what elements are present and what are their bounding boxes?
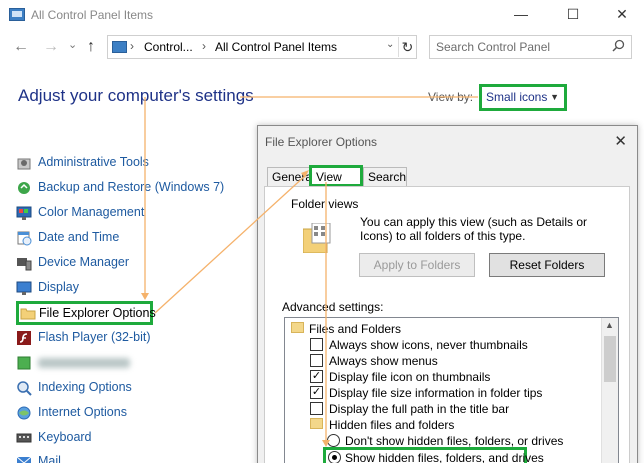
radio-button-selected[interactable] — [328, 451, 341, 463]
reset-folders-button[interactable]: Reset Folders — [489, 253, 605, 277]
scroll-thumb[interactable] — [604, 336, 616, 382]
cp-item-file-explorer-options[interactable]: File Explorer Options — [16, 301, 156, 325]
flash-icon — [17, 331, 31, 345]
internet-icon — [17, 406, 31, 420]
folder-views-description: You can apply this view (such as Details… — [360, 215, 588, 243]
scroll-up-icon[interactable]: ▲ — [605, 320, 614, 330]
cp-item-label: Flash Player (32-bit) — [38, 330, 151, 344]
display-icon — [16, 281, 32, 295]
control-panel-icon — [9, 8, 25, 21]
advanced-settings-label: Advanced settings: — [282, 300, 384, 314]
cp-item-label: Display — [38, 280, 79, 294]
folder-icon — [20, 308, 36, 320]
window-title: All Control Panel Items — [31, 8, 154, 22]
cp-item-label: Date and Time — [38, 230, 120, 244]
minimize-button[interactable]: — — [506, 4, 536, 24]
cp-item-label: Keyboard — [38, 430, 92, 444]
search-box[interactable] — [429, 35, 632, 59]
folder-icon — [291, 322, 304, 333]
back-button[interactable]: ← — [13, 39, 29, 55]
advanced-settings-tree[interactable]: Files and Folders Always show icons, nev… — [284, 317, 619, 463]
view-by-value: Small icons — [486, 90, 548, 104]
device-manager-icon — [17, 258, 32, 271]
search-icon[interactable] — [612, 39, 625, 55]
cp-item-label: Mail — [38, 454, 61, 463]
search-input[interactable] — [436, 39, 606, 55]
option-show-hidden[interactable]: Show hidden files, folders, and drives — [323, 447, 544, 463]
blurred-item-icon — [17, 356, 31, 370]
keyboard-icon — [16, 433, 32, 443]
up-button[interactable]: ↑ — [87, 39, 95, 55]
date-time-icon — [17, 231, 32, 246]
breadcrumb-separator-icon: › — [130, 39, 134, 53]
color-management-icon — [16, 206, 32, 220]
cp-item-label: Internet Options — [38, 405, 127, 419]
cp-item-label: File Explorer Options — [39, 306, 156, 320]
folder-views-icon — [303, 223, 331, 253]
dropdown-arrow-icon: ▼ — [550, 92, 559, 102]
checkbox[interactable] — [310, 402, 323, 415]
close-button[interactable]: ✕ — [607, 4, 637, 24]
cp-item-label: Indexing Options — [38, 380, 132, 394]
address-dropdown-icon[interactable]: ⌄ — [386, 39, 394, 50]
tab-general[interactable]: General — [267, 167, 315, 187]
apply-to-folders-button[interactable]: Apply to Folders — [359, 253, 475, 277]
dialog-title: File Explorer Options — [265, 135, 378, 149]
checkbox-checked[interactable]: ✓ — [310, 370, 323, 383]
window-titlebar: All Control Panel Items — ☐ ✕ — [0, 0, 644, 30]
cp-item-label: Backup and Restore (Windows 7) — [38, 180, 225, 194]
breadcrumb-all-items[interactable]: All Control Panel Items — [215, 40, 337, 54]
annotation-arrowhead — [141, 293, 149, 300]
folder-icon — [310, 418, 323, 429]
file-explorer-options-dialog: File Explorer Options ✕ General View Sea… — [257, 125, 638, 463]
view-by-dropdown[interactable]: Small icons ▼ — [479, 84, 567, 111]
view-by-label: View by: — [428, 90, 474, 104]
address-bar[interactable]: › Control... › All Control Panel Items ⌄… — [107, 35, 417, 59]
page-heading: Adjust your computer's settings — [18, 86, 254, 105]
tree-scrollbar[interactable]: ▲ — [601, 318, 618, 463]
breadcrumb-control-panel[interactable]: Control... — [144, 40, 193, 54]
refresh-button[interactable]: ↻ — [398, 37, 416, 57]
breadcrumb-separator-icon: › — [202, 39, 206, 53]
maximize-button[interactable]: ☐ — [558, 4, 588, 24]
folder-views-title: Folder views — [291, 197, 359, 211]
radio-button[interactable] — [327, 434, 340, 447]
checkbox[interactable] — [310, 338, 323, 351]
cp-item-label: Administrative Tools — [38, 155, 149, 169]
checkbox[interactable] — [310, 354, 323, 367]
cp-item-label: Device Manager — [38, 255, 130, 269]
checkbox-checked[interactable]: ✓ — [310, 386, 323, 399]
mail-icon — [16, 456, 32, 463]
indexing-icon — [17, 381, 32, 396]
cp-item-label: Color Management — [38, 205, 145, 219]
view-tab-panel: Folder views You can apply this view (su… — [264, 186, 630, 463]
admin-tools-icon — [17, 158, 31, 170]
tab-search[interactable]: Search — [363, 167, 407, 187]
dialog-close-button[interactable]: ✕ — [614, 132, 627, 150]
tab-view[interactable]: View — [309, 165, 363, 187]
recent-locations-button[interactable]: ⌄ — [68, 37, 77, 53]
backup-icon — [18, 182, 30, 194]
forward-button[interactable]: → — [43, 39, 59, 55]
blurred-label — [38, 358, 130, 368]
folder-views-group: Folder views You can apply this view (su… — [273, 193, 621, 293]
control-panel-icon — [112, 41, 127, 53]
